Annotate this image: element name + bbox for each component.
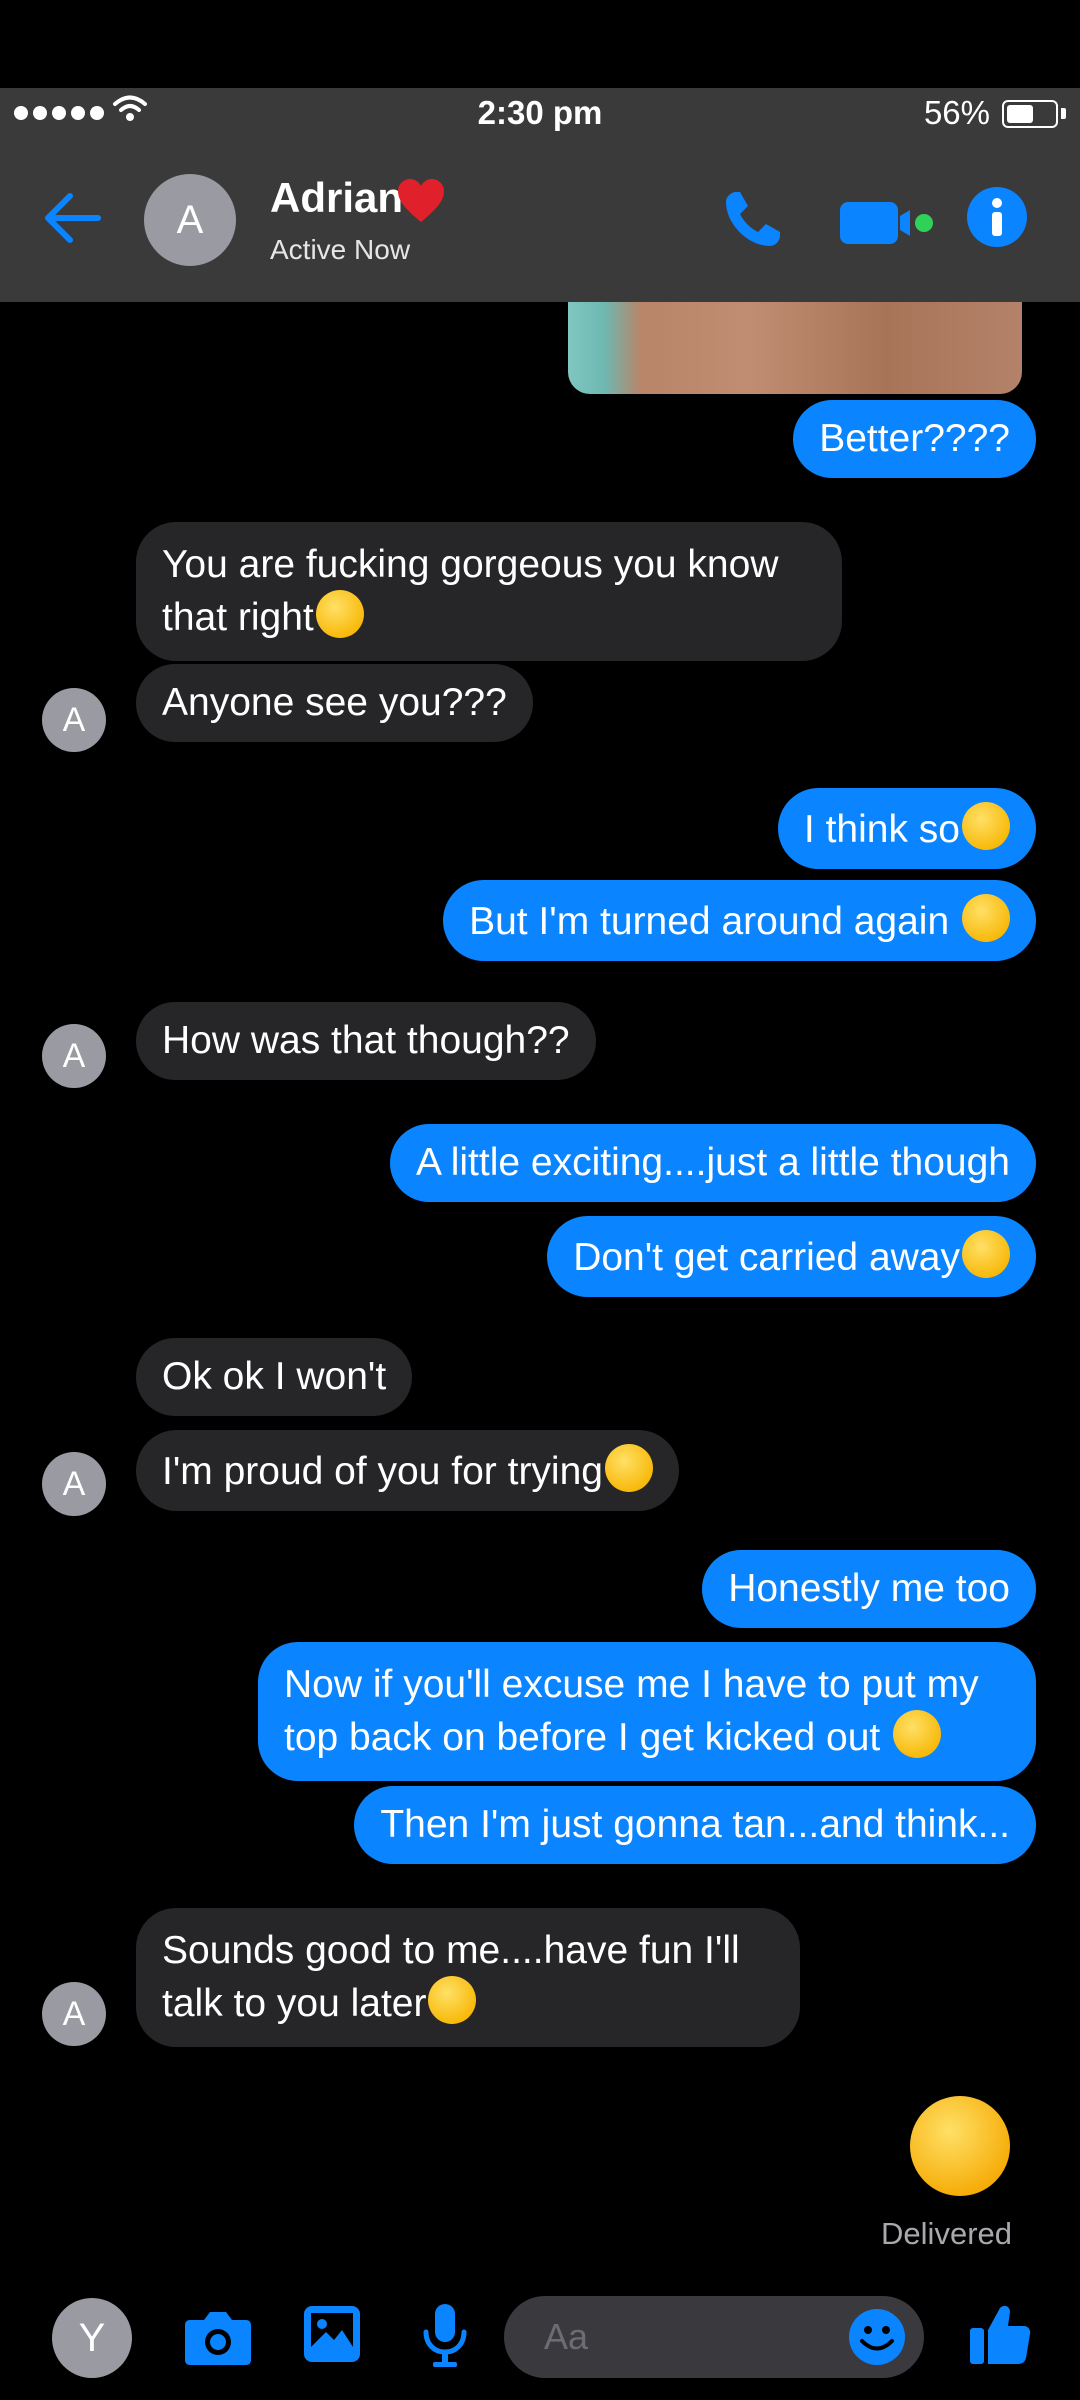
info-icon[interactable] xyxy=(966,186,1028,248)
message-bubble-incoming[interactable]: You are fucking gorgeous you know that r… xyxy=(136,522,842,661)
message-bubble-incoming[interactable]: I'm proud of you for trying xyxy=(136,1430,679,1511)
message-bubble-incoming[interactable]: Anyone see you??? xyxy=(136,664,533,742)
message-bubble-outgoing[interactable]: Then I'm just gonna tan...and think... xyxy=(354,1786,1036,1864)
battery-icon xyxy=(1002,100,1058,128)
message-text: But I'm turned around again xyxy=(469,900,960,943)
message-bubble-incoming[interactable]: Ok ok I won't xyxy=(136,1338,413,1416)
message-bubble-outgoing[interactable]: Don't get carried away xyxy=(547,1216,1036,1297)
message-bubble-outgoing[interactable]: I think so xyxy=(777,788,1036,869)
active-status: Active Now xyxy=(270,234,411,265)
hand-over-mouth-emoji-icon xyxy=(962,802,1010,850)
message-input-placeholder: Aa xyxy=(544,2316,589,2357)
rolling-laughing-emoji-icon xyxy=(962,1230,1010,1278)
camera-icon[interactable] xyxy=(184,2308,252,2366)
status-bar: 2:30 pm 56% xyxy=(0,88,1080,138)
delivery-status: Delivered xyxy=(881,2216,1012,2251)
emoji-picker-icon[interactable] xyxy=(848,2308,906,2366)
rolling-laughing-emoji-icon xyxy=(893,1710,942,1758)
status-time: 2:30 pm xyxy=(477,94,603,131)
contact-avatar-small[interactable]: A xyxy=(42,1452,106,1516)
message-text: You are fucking gorgeous you know that r… xyxy=(162,543,779,639)
message-bubble-outgoing[interactable]: But I'm turned around again xyxy=(443,880,1036,961)
drooling-face-emoji-icon xyxy=(315,590,364,638)
shared-photo[interactable] xyxy=(568,302,1022,394)
phone-call-icon[interactable] xyxy=(720,188,784,252)
message-text: Don't get carried away xyxy=(573,1236,960,1279)
thumbs-up-icon[interactable] xyxy=(968,2302,1032,2366)
message-text: I think so xyxy=(803,808,960,851)
message-text: Ok ok I won't xyxy=(162,1355,387,1398)
heart-icon xyxy=(398,179,444,222)
message-bubble-outgoing[interactable]: A little exciting....just a little thoug… xyxy=(390,1124,1036,1202)
message-bubble-outgoing[interactable]: Honestly me too xyxy=(702,1550,1036,1628)
message-text: Anyone see you??? xyxy=(162,681,507,724)
conversation-header: A Adrian Active Now xyxy=(0,138,1080,302)
message-bubble-outgoing[interactable]: Now if you'll excuse me I have to put my… xyxy=(258,1642,1036,1781)
rolling-laughing-emoji-icon xyxy=(962,894,1010,942)
video-call-icon[interactable] xyxy=(838,200,934,246)
message-bubble-incoming[interactable]: Sounds good to me....have fun I'll talk … xyxy=(136,1908,800,2047)
message-bubble-incoming[interactable]: How was that though?? xyxy=(136,1002,596,1080)
contact-avatar-small[interactable]: A xyxy=(42,1982,106,2046)
message-text: A little exciting....just a little thoug… xyxy=(416,1141,1010,1184)
microphone-icon[interactable] xyxy=(420,2302,470,2368)
composer-bar: Y Aa xyxy=(0,2290,1080,2400)
message-text: Now if you'll excuse me I have to put my… xyxy=(284,1663,979,1759)
gallery-icon[interactable] xyxy=(302,2304,362,2364)
message-text: Better???? xyxy=(819,417,1010,460)
back-arrow-icon[interactable] xyxy=(42,190,102,246)
kissing-heart-emoji-icon xyxy=(428,1976,477,2024)
message-text: Then I'm just gonna tan...and think... xyxy=(380,1803,1010,1846)
message-bubble-outgoing[interactable]: Better???? xyxy=(793,400,1036,478)
contact-avatar-small[interactable]: A xyxy=(42,688,106,752)
contact-avatar[interactable]: A xyxy=(144,174,236,266)
contact-name[interactable]: Adrian xyxy=(270,174,403,222)
winking-face-emoji-icon xyxy=(604,1444,653,1492)
contact-avatar-small[interactable]: A xyxy=(42,1024,106,1088)
kissing-heart-emoji-icon[interactable] xyxy=(910,2096,1010,2196)
message-text: Honestly me too xyxy=(728,1567,1010,1610)
messenger-screen: 2:30 pm 56% A Adrian Active Now Better??… xyxy=(0,0,1080,2400)
message-input[interactable]: Aa xyxy=(504,2296,924,2378)
user-avatar[interactable]: Y xyxy=(52,2298,132,2378)
message-text: I'm proud of you for trying xyxy=(162,1450,603,1493)
message-text: How was that though?? xyxy=(162,1019,570,1062)
battery-percentage: 56% xyxy=(923,94,990,131)
